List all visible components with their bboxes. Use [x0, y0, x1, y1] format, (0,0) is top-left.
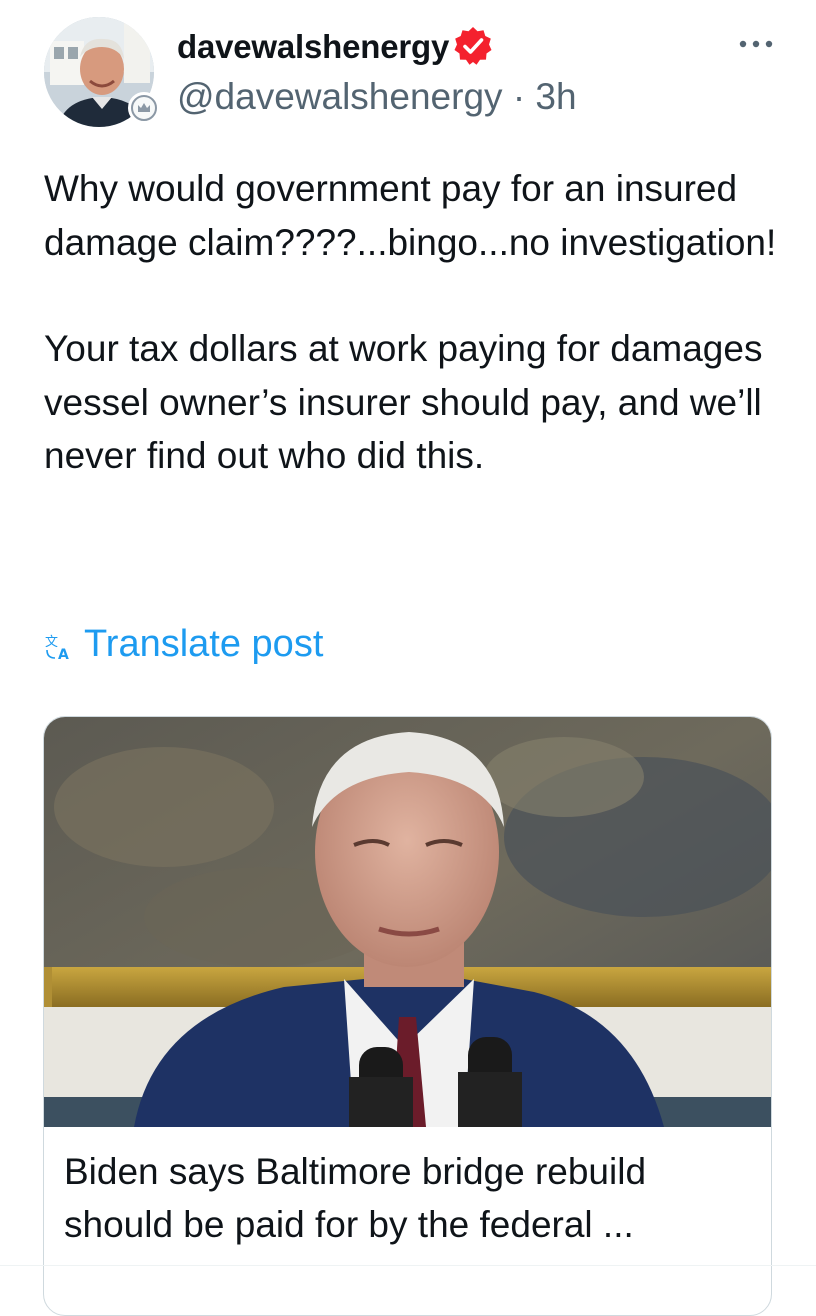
translate-post-link[interactable]: 文 A Translate post	[44, 620, 323, 668]
svg-text:A: A	[58, 647, 69, 662]
author-handle[interactable]: @davewalshenergy	[177, 76, 503, 117]
card-image	[44, 717, 771, 1127]
svg-text:文: 文	[45, 635, 58, 650]
card-title-line-1: Biden says Baltimore bridge rebuild	[64, 1151, 647, 1192]
post-paragraph-1: Why would government pay for an insured …	[44, 168, 777, 263]
affiliate-badge-icon[interactable]	[128, 92, 160, 124]
more-horizontal-icon[interactable]	[736, 36, 776, 52]
meta-separator: ·	[512, 76, 526, 117]
post-paragraph-2: Your tax dollars at work paying for dama…	[44, 328, 763, 476]
link-card[interactable]: Biden says Baltimore bridge rebuild shou…	[43, 716, 772, 1316]
verified-badge-icon[interactable]	[453, 26, 493, 66]
translate-icon: 文 A	[44, 629, 74, 663]
post-time[interactable]: 3h	[535, 76, 576, 117]
card-title-line-2: should be paid for by the federal ...	[64, 1204, 634, 1245]
handle-and-time: @davewalshenergy · 3h	[177, 76, 577, 118]
display-name[interactable]: davewalshenergy	[177, 28, 449, 66]
post: davewalshenergy @davewalshenergy · 3h Wh…	[0, 0, 816, 1316]
post-text: Why would government pay for an insured …	[44, 162, 784, 483]
card-title[interactable]: Biden says Baltimore bridge rebuild shou…	[64, 1145, 754, 1251]
translate-label: Translate post	[84, 622, 324, 665]
divider	[0, 1265, 816, 1266]
